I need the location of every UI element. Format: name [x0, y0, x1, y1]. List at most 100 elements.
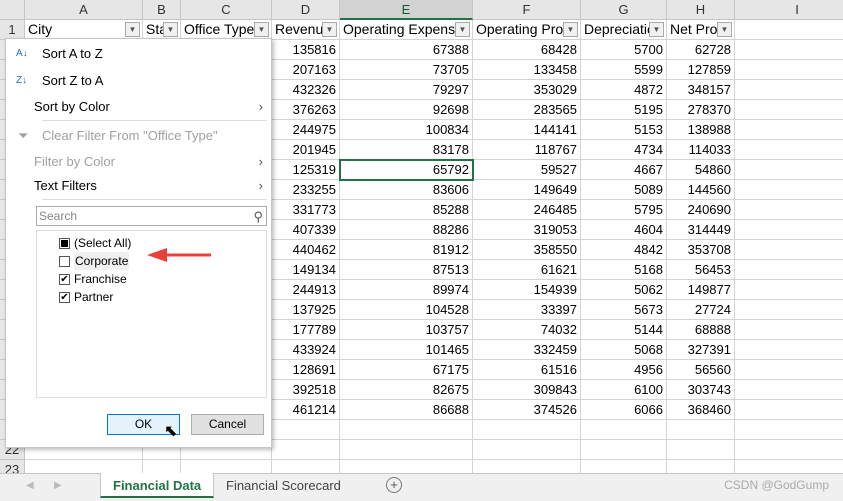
empty-cell[interactable] — [735, 20, 843, 40]
header-cell[interactable]: Office Type ▼ — [181, 20, 272, 40]
table-cell[interactable]: 127859 — [667, 60, 735, 80]
table-cell[interactable]: 278370 — [667, 100, 735, 120]
table-cell[interactable]: 104528 — [340, 300, 473, 320]
empty-cell[interactable] — [735, 80, 843, 100]
column-header-B[interactable]: B — [143, 0, 181, 20]
table-cell[interactable]: 240690 — [667, 200, 735, 220]
table-cell[interactable]: 118767 — [473, 140, 581, 160]
table-cell[interactable]: 5599 — [581, 60, 667, 80]
table-cell[interactable]: 149134 — [272, 260, 340, 280]
table-cell[interactable]: 319053 — [473, 220, 581, 240]
table-cell[interactable]: 83606 — [340, 180, 473, 200]
table-cell[interactable]: 440462 — [272, 240, 340, 260]
empty-cell[interactable] — [272, 420, 340, 440]
table-cell[interactable]: 5153 — [581, 120, 667, 140]
row-header[interactable]: 1 — [0, 20, 25, 40]
header-cell[interactable]: Revenu ▼ — [272, 20, 340, 40]
list-item-franchise[interactable]: ✔ Franchise — [59, 270, 127, 288]
empty-cell[interactable] — [473, 440, 581, 460]
table-cell[interactable]: 62728 — [667, 40, 735, 60]
column-header-D[interactable]: D — [272, 0, 340, 20]
table-cell[interactable]: 83178 — [340, 140, 473, 160]
table-cell[interactable]: 92698 — [340, 100, 473, 120]
table-cell[interactable]: 68428 — [473, 40, 581, 60]
scroll-left-icon[interactable]: ◀ — [26, 480, 34, 491]
table-cell[interactable]: 348157 — [667, 80, 735, 100]
column-header-G[interactable]: G — [581, 0, 667, 20]
table-cell[interactable]: 5795 — [581, 200, 667, 220]
table-cell[interactable]: 135816 — [272, 40, 340, 60]
empty-cell[interactable] — [735, 200, 843, 220]
empty-cell[interactable] — [735, 400, 843, 420]
table-cell[interactable]: 33397 — [473, 300, 581, 320]
empty-cell[interactable] — [735, 420, 843, 440]
filter-dropdown-button[interactable]: ▼ — [163, 22, 178, 37]
header-cell[interactable]: Operating Prof ▼ — [473, 20, 581, 40]
table-cell[interactable]: 86688 — [340, 400, 473, 420]
checkbox-unchecked[interactable] — [59, 255, 70, 267]
table-cell[interactable]: 67388 — [340, 40, 473, 60]
table-cell[interactable]: 144560 — [667, 180, 735, 200]
empty-cell[interactable] — [473, 420, 581, 440]
empty-cell[interactable] — [735, 260, 843, 280]
sort-a-to-z[interactable]: A↓ Sort A to Z — [6, 42, 271, 66]
sort-z-to-a[interactable]: Z↓ Sort Z to A — [6, 69, 271, 93]
checkbox-checked[interactable]: ✔ — [59, 291, 70, 303]
empty-cell[interactable] — [272, 440, 340, 460]
header-cell[interactable]: Depreciatic ▼ — [581, 20, 667, 40]
table-cell[interactable]: 353029 — [473, 80, 581, 100]
empty-cell[interactable] — [735, 240, 843, 260]
column-header-A[interactable]: A — [25, 0, 143, 20]
empty-cell[interactable] — [735, 180, 843, 200]
table-cell[interactable]: 5195 — [581, 100, 667, 120]
table-cell[interactable]: 149649 — [473, 180, 581, 200]
table-cell[interactable]: 79297 — [340, 80, 473, 100]
select-all-corner[interactable] — [0, 0, 25, 20]
table-cell[interactable]: 283565 — [473, 100, 581, 120]
cancel-button[interactable]: Cancel — [191, 414, 264, 435]
table-cell[interactable]: 61621 — [473, 260, 581, 280]
table-cell[interactable]: 4842 — [581, 240, 667, 260]
table-cell[interactable]: 133458 — [473, 60, 581, 80]
header-cell[interactable]: City ▼ — [25, 20, 143, 40]
table-cell[interactable]: 144141 — [473, 120, 581, 140]
column-header-E[interactable]: E — [340, 0, 473, 20]
table-cell[interactable]: 376263 — [272, 100, 340, 120]
table-cell[interactable]: 432326 — [272, 80, 340, 100]
table-cell[interactable]: 73705 — [340, 60, 473, 80]
empty-cell[interactable] — [735, 340, 843, 360]
table-cell[interactable]: 59527 — [473, 160, 581, 180]
empty-cell[interactable] — [340, 420, 473, 440]
table-cell[interactable]: 331773 — [272, 200, 340, 220]
empty-cell[interactable] — [581, 440, 667, 460]
table-cell[interactable]: 246485 — [473, 200, 581, 220]
filter-dropdown-button[interactable]: ▼ — [254, 22, 269, 37]
filter-dropdown-button[interactable]: ▼ — [717, 22, 732, 37]
table-cell[interactable]: 5700 — [581, 40, 667, 60]
table-cell[interactable]: 233255 — [272, 180, 340, 200]
table-cell[interactable]: 85288 — [340, 200, 473, 220]
table-cell[interactable]: 461214 — [272, 400, 340, 420]
table-cell[interactable]: 5062 — [581, 280, 667, 300]
table-cell[interactable]: 88286 — [340, 220, 473, 240]
table-cell[interactable]: 5068 — [581, 340, 667, 360]
empty-cell[interactable] — [735, 280, 843, 300]
table-cell[interactable]: 358550 — [473, 240, 581, 260]
empty-cell[interactable] — [735, 380, 843, 400]
table-cell[interactable]: 303743 — [667, 380, 735, 400]
table-cell[interactable]: 103757 — [340, 320, 473, 340]
table-cell[interactable]: 207163 — [272, 60, 340, 80]
table-cell[interactable]: 65792 — [339, 159, 474, 181]
sort-by-color[interactable]: Sort by Color › — [6, 95, 271, 119]
table-cell[interactable]: 4956 — [581, 360, 667, 380]
table-cell[interactable]: 309843 — [473, 380, 581, 400]
table-cell[interactable]: 5089 — [581, 180, 667, 200]
empty-cell[interactable] — [735, 60, 843, 80]
empty-cell[interactable] — [735, 440, 843, 460]
empty-cell[interactable] — [735, 360, 843, 380]
table-cell[interactable]: 353708 — [667, 240, 735, 260]
column-header-H[interactable]: H — [667, 0, 735, 20]
empty-cell[interactable] — [667, 440, 735, 460]
header-cell[interactable]: Sta ▼ — [143, 20, 181, 40]
table-cell[interactable]: 101465 — [340, 340, 473, 360]
